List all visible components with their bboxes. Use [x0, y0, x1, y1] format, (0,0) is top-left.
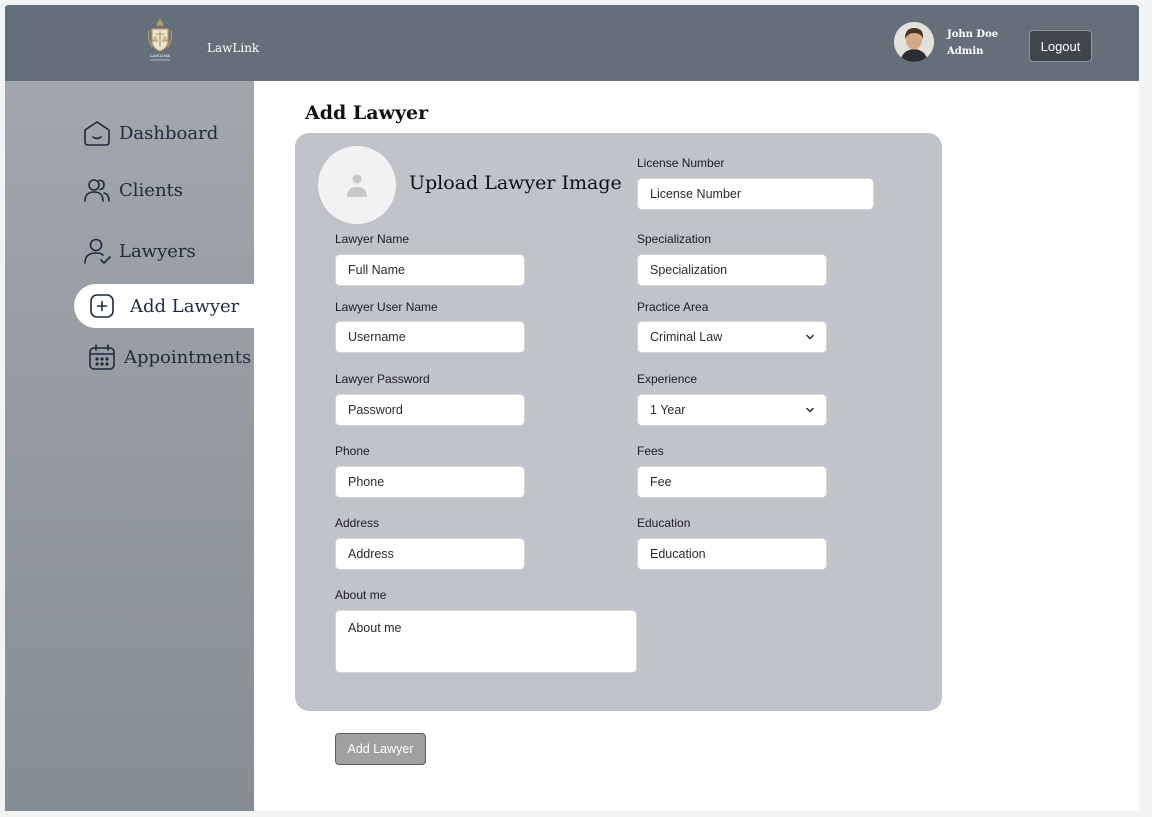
practice-area-select[interactable]: Criminal Law — [637, 321, 827, 353]
education-label: Education — [637, 516, 691, 530]
about-label: About me — [335, 588, 387, 602]
fees-input[interactable] — [637, 466, 827, 498]
sidebar-item-clients[interactable]: Clients — [81, 174, 183, 206]
sidebar-item-label: Appointments — [124, 346, 252, 368]
calendar-icon — [86, 341, 118, 373]
specialization-input[interactable] — [637, 254, 827, 286]
experience-value: 1 Year — [650, 403, 686, 417]
chevron-down-icon — [806, 407, 814, 413]
upload-image-label[interactable]: Upload Lawyer Image — [409, 172, 622, 194]
education-input[interactable] — [637, 538, 827, 570]
sidebar-item-label: Add Lawyer — [130, 295, 240, 317]
page-title: Add Lawyer — [305, 102, 429, 124]
lawyer-name-label: Lawyer Name — [335, 232, 410, 246]
lawyer-name-input[interactable] — [335, 254, 525, 286]
logo-text: LAWLINK — [150, 53, 171, 58]
users-icon — [81, 174, 113, 206]
brand-name: LawLink — [207, 41, 260, 55]
experience-label: Experience — [637, 372, 698, 386]
sidebar-item-lawyers[interactable]: Lawyers — [81, 235, 196, 267]
user-photo-icon — [894, 22, 934, 62]
sidebar: Dashboard Clients Lawyers Add Lawyer App… — [5, 81, 254, 811]
user-role: Admin — [947, 46, 984, 57]
chevron-down-icon — [806, 334, 814, 340]
username-label: Lawyer User Name — [335, 300, 438, 314]
user-name: John Doe — [947, 29, 999, 40]
sidebar-item-appointments[interactable]: Appointments — [86, 341, 251, 373]
sidebar-item-label: Lawyers — [119, 240, 196, 262]
app-window: LAWLINK LawLink John Doe Admin Logout Da… — [5, 5, 1139, 811]
sidebar-item-label: Dashboard — [119, 122, 219, 144]
avatar[interactable] — [894, 22, 934, 62]
practice-area-label: Practice Area — [637, 300, 709, 314]
lawlink-logo: LAWLINK — [147, 18, 173, 61]
about-me-textarea[interactable] — [335, 610, 637, 673]
practice-area-value: Criminal Law — [650, 330, 723, 344]
experience-select[interactable]: 1 Year — [637, 394, 827, 426]
address-label: Address — [335, 516, 380, 530]
fees-label: Fees — [637, 444, 664, 458]
user-placeholder-icon — [347, 174, 367, 197]
top-bar: LAWLINK LawLink John Doe Admin Logout — [5, 5, 1139, 81]
phone-input[interactable] — [335, 466, 525, 498]
sidebar-item-dashboard[interactable]: Dashboard — [81, 117, 218, 149]
password-input[interactable] — [335, 394, 525, 426]
phone-label: Phone — [335, 444, 370, 458]
username-input[interactable] — [335, 321, 525, 353]
password-label: Lawyer Password — [335, 372, 430, 386]
license-label: License Number — [637, 156, 725, 170]
user-check-icon — [81, 235, 113, 267]
address-input[interactable] — [335, 538, 525, 570]
plus-square-icon — [86, 290, 118, 322]
logout-button[interactable]: Logout — [1029, 30, 1092, 62]
home-icon — [81, 117, 113, 149]
sidebar-item-add-lawyer[interactable]: Add Lawyer — [74, 284, 254, 328]
license-number-input[interactable] — [637, 178, 874, 210]
add-lawyer-form: Upload Lawyer Image License Number Lawye… — [295, 133, 942, 711]
specialization-label: Specialization — [637, 232, 712, 246]
image-upload-area[interactable] — [318, 146, 396, 224]
add-lawyer-button[interactable]: Add Lawyer — [335, 733, 426, 765]
sidebar-item-label: Clients — [119, 179, 184, 201]
